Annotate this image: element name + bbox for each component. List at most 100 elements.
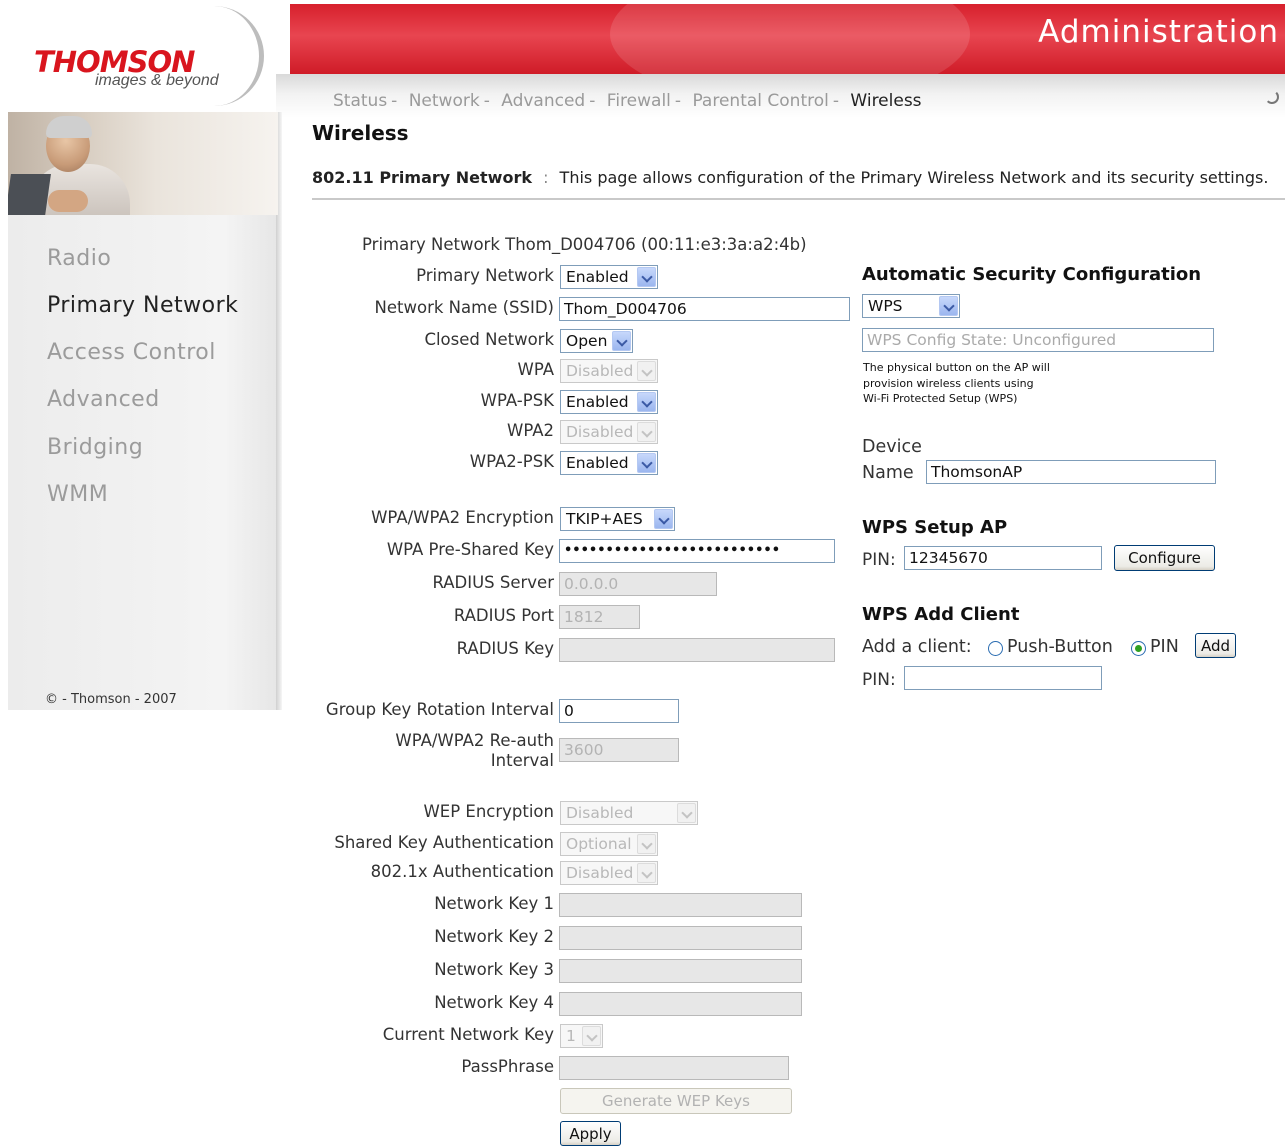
chevron-down-icon [582, 1026, 601, 1046]
wpa2-value: Disabled [566, 423, 634, 441]
current-network-key-label: Current Network Key [382, 1025, 554, 1044]
device-name-label: Name [862, 463, 914, 483]
wpa2-psk-label: WPA2-PSK [469, 452, 554, 471]
nav-wireless[interactable]: Wireless [850, 91, 921, 111]
nav-network[interactable]: Network [409, 91, 480, 111]
apply-button[interactable]: Apply [560, 1121, 621, 1146]
add-client-button[interactable]: Add [1195, 633, 1236, 658]
primary-network-select[interactable]: Enabled [560, 265, 658, 289]
chevron-down-icon [637, 453, 656, 473]
top-navigation: Status - Network - Advanced - Firewall - Par… [333, 91, 922, 111]
generate-wep-keys-button[interactable]: Generate WEP Keys [560, 1088, 792, 1114]
wep-encryption-select[interactable]: Disabled [560, 801, 698, 825]
nav-separator: - [391, 91, 398, 111]
page-title: Wireless [312, 121, 409, 145]
pin-radio[interactable] [1131, 641, 1146, 656]
wpa2-psk-value: Enabled [566, 454, 629, 472]
radius-key-label: RADIUS Key [456, 639, 554, 658]
nav-advanced[interactable]: Advanced [501, 91, 585, 111]
client-pin-label: PIN: [862, 670, 896, 690]
page-header-title: Administration [1038, 14, 1279, 50]
closed-network-label: Closed Network [424, 330, 554, 349]
wpa-psk-label: WPA-PSK [480, 391, 554, 410]
radius-port-label: RADIUS Port [453, 606, 554, 625]
primary-network-value: Enabled [566, 268, 629, 286]
passphrase-input[interactable] [559, 1056, 789, 1080]
sidebar-item-radio[interactable]: Radio [47, 246, 111, 271]
network-key-4-input[interactable] [559, 992, 802, 1016]
chevron-down-icon [637, 834, 656, 854]
wpa2-psk-select[interactable]: Enabled [560, 451, 658, 475]
description-title: 802.11 Primary Network [312, 168, 532, 187]
wps-add-client-title: WPS Add Client [862, 604, 1020, 625]
encryption-value: TKIP+AES [566, 510, 643, 528]
wpa-value: Disabled [566, 362, 634, 380]
loading-spinner-icon [1265, 90, 1279, 104]
wpa-select[interactable]: Disabled [560, 359, 658, 383]
logo-tagline: images & beyond [95, 72, 219, 89]
network-key-1-input[interactable] [559, 893, 802, 917]
radius-key-input[interactable] [559, 638, 835, 662]
current-network-key-select[interactable]: 1 [560, 1024, 603, 1048]
group-key-input[interactable]: 0 [559, 699, 679, 723]
network-key-3-label: Network Key 3 [434, 960, 554, 979]
client-pin-input[interactable] [904, 666, 1102, 690]
page-description: 802.11 Primary Network : This page allow… [312, 168, 1268, 187]
network-key-4-label: Network Key 4 [434, 993, 554, 1012]
pin-option-label: PIN [1150, 637, 1179, 657]
radius-server-label: RADIUS Server [432, 573, 554, 592]
radius-server-input[interactable]: 0.0.0.0 [559, 572, 717, 596]
device-name-input[interactable]: ThomsonAP [926, 460, 1216, 484]
ssid-input[interactable]: Thom_D004706 [559, 297, 850, 321]
reauth-input[interactable]: 3600 [559, 738, 679, 762]
nav-separator: - [589, 91, 596, 111]
wps-setup-ap-title: WPS Setup AP [862, 517, 1008, 538]
dot1x-auth-value: Disabled [566, 864, 634, 882]
radius-port-input[interactable]: 1812 [559, 605, 640, 629]
primary-network-label: Primary Network [416, 266, 554, 285]
closed-network-select[interactable]: Open [560, 329, 633, 353]
nav-parental-control[interactable]: Parental Control [692, 91, 828, 111]
network-key-2-input[interactable] [559, 926, 802, 950]
nav-status[interactable]: Status [333, 91, 387, 111]
passphrase-label: PassPhrase [461, 1057, 554, 1076]
psk-input[interactable]: •••••••••••••••••••••••••• [559, 539, 835, 563]
chevron-down-icon [654, 509, 673, 529]
wps-mode-select[interactable]: WPS [862, 294, 960, 318]
chevron-down-icon [637, 422, 656, 442]
sidebar-item-access-control[interactable]: Access Control [47, 340, 216, 365]
wpa2-select[interactable]: Disabled [560, 420, 658, 444]
sidebar-item-wmm[interactable]: WMM [47, 482, 108, 507]
description-text: This page allows configuration of the Pr… [559, 168, 1269, 187]
push-button-radio[interactable] [988, 641, 1003, 656]
configure-button[interactable]: Configure [1114, 545, 1215, 571]
wep-encryption-label: WEP Encryption [423, 802, 554, 821]
sidebar-photo [8, 112, 278, 215]
wps-note: The physical button on the AP will provi… [863, 360, 1050, 407]
wpa-psk-value: Enabled [566, 393, 629, 411]
sidebar-item-primary-network[interactable]: Primary Network [47, 293, 238, 318]
chevron-down-icon [612, 331, 631, 351]
wps-mode-value: WPS [868, 297, 903, 315]
psk-label: WPA Pre-Shared Key [386, 540, 554, 559]
sidebar-item-advanced[interactable]: Advanced [47, 387, 160, 412]
wep-encryption-value: Disabled [566, 804, 634, 822]
add-client-label: Add a client: [862, 637, 972, 657]
dot1x-auth-select[interactable]: Disabled [560, 861, 658, 885]
encryption-select[interactable]: TKIP+AES [560, 507, 675, 531]
shared-key-auth-select[interactable]: Optional [560, 832, 658, 856]
divider [312, 198, 1285, 200]
nav-firewall[interactable]: Firewall [607, 91, 671, 111]
sidebar-item-bridging[interactable]: Bridging [47, 435, 143, 460]
ap-pin-input[interactable]: 12345670 [904, 546, 1102, 570]
dot1x-auth-label: 802.1x Authentication [370, 862, 554, 881]
wps-note-line2: provision wireless clients using [863, 376, 1034, 390]
chevron-down-icon [677, 803, 696, 823]
network-key-2-label: Network Key 2 [434, 927, 554, 946]
wpa-psk-select[interactable]: Enabled [560, 390, 658, 414]
wpa2-label: WPA2 [507, 421, 554, 440]
network-key-3-input[interactable] [559, 959, 802, 983]
group-key-label: Group Key Rotation Interval [325, 700, 554, 719]
shared-key-auth-label: Shared Key Authentication [334, 833, 554, 852]
wps-config-state: WPS Config State: Unconfigured [862, 328, 1214, 352]
